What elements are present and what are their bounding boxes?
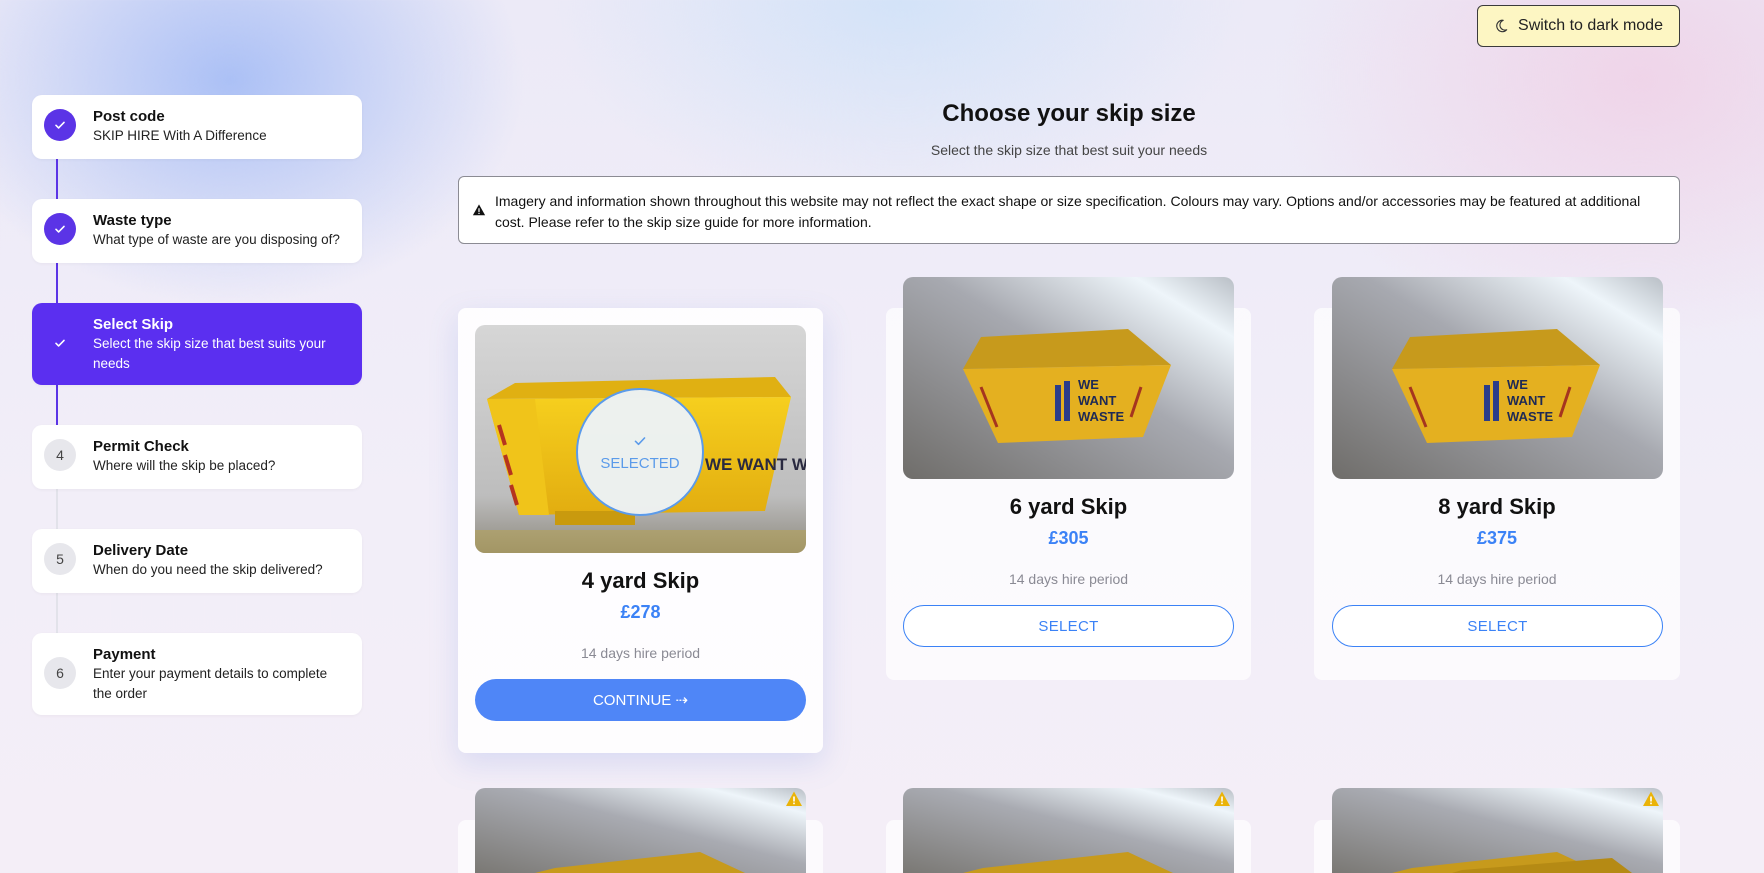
step-delivery-date[interactable]: 5 Delivery Date When do you need the ski… xyxy=(32,529,362,593)
skip-price: £375 xyxy=(1476,528,1518,548)
step-title: Delivery Date xyxy=(93,542,189,559)
hire-period: 14 days hire period xyxy=(1008,571,1129,587)
step-description: Enter your payment details to complete t… xyxy=(93,666,328,701)
skip-image: WE WANT WASTE xyxy=(903,277,1234,479)
page-title: Choose your skip size xyxy=(942,100,1196,127)
step-title: Select Skip xyxy=(93,316,174,333)
step-title: Waste type xyxy=(93,212,172,229)
step-connector xyxy=(56,385,58,425)
check-icon xyxy=(634,436,646,445)
hire-period: 14 days hire period xyxy=(580,645,701,661)
step-complete-indicator xyxy=(44,213,76,245)
moon-icon xyxy=(1496,19,1508,33)
warning-icon xyxy=(786,791,802,806)
skip-price: £278 xyxy=(620,602,661,622)
svg-text:WE: WE xyxy=(1078,377,1099,392)
step-complete-indicator xyxy=(44,109,76,141)
step-number: 6 xyxy=(44,657,76,689)
skip-brand-text: WE WANT WASTE xyxy=(705,455,806,474)
step-title: Payment xyxy=(93,646,156,663)
skip-title: 6 yard Skip xyxy=(1009,494,1128,519)
check-icon xyxy=(55,121,65,129)
skip-image xyxy=(1332,788,1663,873)
svg-text:WASTE: WASTE xyxy=(1078,409,1125,424)
select-button[interactable]: SELECT xyxy=(903,605,1234,647)
warning-icon xyxy=(472,204,486,216)
step-number: 4 xyxy=(44,439,76,471)
step-connector xyxy=(56,263,58,303)
dark-mode-toggle-label: Switch to dark mode xyxy=(1518,17,1663,34)
check-icon xyxy=(55,225,65,233)
skip-image xyxy=(903,788,1234,873)
step-title: Permit Check xyxy=(93,438,189,455)
step-active-indicator xyxy=(44,327,76,359)
skip-title: 4 yard Skip xyxy=(581,568,700,593)
hire-period: 14 days hire period xyxy=(1437,571,1557,587)
step-description: SKIP HIRE With A Difference xyxy=(93,128,267,143)
skip-image: WE WANT WASTE xyxy=(1332,277,1663,479)
continue-button[interactable]: CONTINUE ⇢ xyxy=(475,679,806,721)
selected-label: SELECTED xyxy=(600,454,680,472)
svg-text:WANT: WANT xyxy=(1078,393,1116,408)
disclaimer-text: Imagery and information shown throughout… xyxy=(495,193,1641,230)
warning-icon xyxy=(1214,791,1230,806)
svg-text:WE: WE xyxy=(1507,377,1528,392)
skip-image xyxy=(475,788,806,873)
step-waste-type[interactable]: Waste type What type of waste are you di… xyxy=(32,199,362,263)
skip-price: £305 xyxy=(1048,528,1089,548)
svg-text:WASTE: WASTE xyxy=(1507,409,1554,424)
step-description: Select the skip size that best suits you… xyxy=(93,336,326,371)
step-connector xyxy=(56,159,58,199)
dark-mode-toggle-button[interactable]: Switch to dark mode xyxy=(1477,5,1680,47)
step-connector xyxy=(56,489,58,529)
step-description: Where will the skip be placed? xyxy=(93,458,276,473)
svg-text:WANT: WANT xyxy=(1507,393,1545,408)
step-select-skip[interactable]: Select Skip Select the skip size that be… xyxy=(32,303,362,385)
step-description: What type of waste are you disposing of? xyxy=(93,232,340,247)
step-permit-check[interactable]: 4 Permit Check Where will the skip be pl… xyxy=(32,425,362,489)
select-button[interactable]: SELECT xyxy=(1332,605,1663,647)
step-post-code[interactable]: Post code SKIP HIRE With A Difference xyxy=(32,95,362,159)
disclaimer-notice: Imagery and information shown throughout… xyxy=(458,176,1680,244)
skip-title: 8 yard Skip xyxy=(1438,494,1556,519)
check-icon xyxy=(55,339,65,347)
selected-badge: SELECTED xyxy=(576,388,704,516)
step-connector xyxy=(56,593,58,633)
step-payment[interactable]: 6 Payment Enter your payment details to … xyxy=(32,633,362,715)
page-subtitle: Select the skip size that best suit your… xyxy=(930,142,1208,158)
step-description: When do you need the skip delivered? xyxy=(93,562,323,577)
step-number: 5 xyxy=(44,543,76,575)
warning-icon xyxy=(1643,791,1659,806)
step-title: Post code xyxy=(93,108,165,125)
